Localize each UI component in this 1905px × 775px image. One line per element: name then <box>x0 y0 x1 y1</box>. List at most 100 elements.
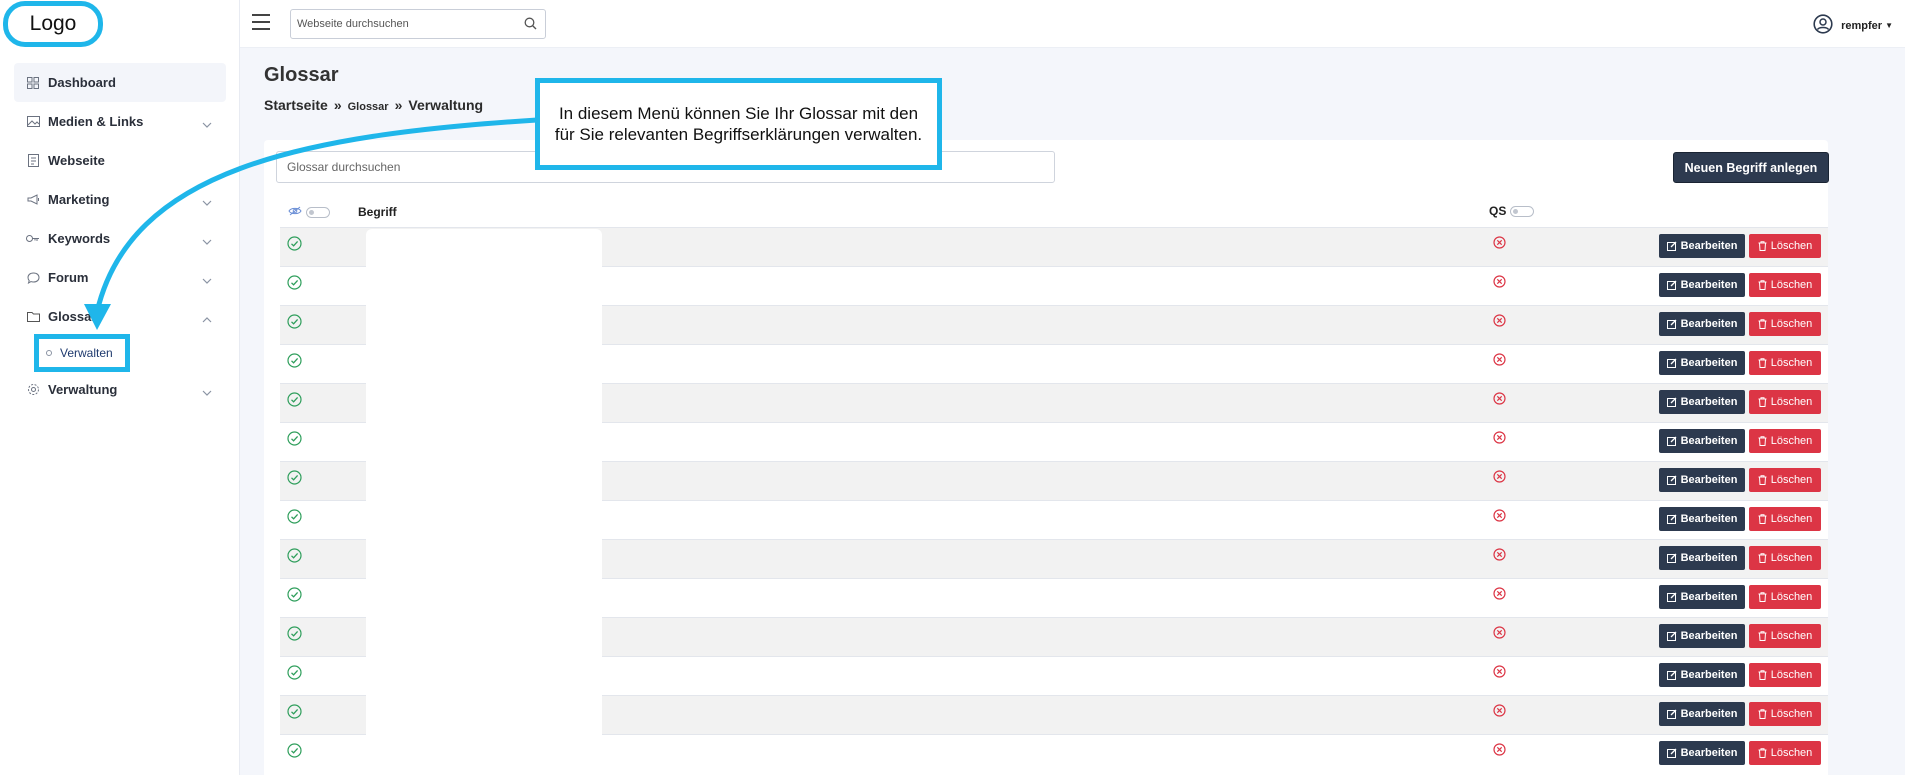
trash-icon <box>1758 319 1767 329</box>
sidebar-item-webseite[interactable]: Webseite <box>14 141 226 180</box>
sidebar-item-label: Dashboard <box>48 75 116 90</box>
chevron-down-icon <box>202 233 212 248</box>
delete-button[interactable]: Löschen <box>1749 234 1821 258</box>
delete-button[interactable]: Löschen <box>1749 741 1821 765</box>
edit-button[interactable]: Bearbeiten <box>1659 546 1745 570</box>
delete-button[interactable]: Löschen <box>1749 507 1821 531</box>
x-circle-icon <box>1493 626 1506 644</box>
sidebar-item-label: Verwaltung <box>48 382 118 397</box>
topbar: Webseite durchsuchen rempfer ▼ <box>240 0 1905 48</box>
sidebar-item-label: Keywords <box>48 231 111 246</box>
delete-button[interactable]: Löschen <box>1749 702 1821 726</box>
breadcrumb-separator: » <box>333 97 342 113</box>
check-circle-icon <box>287 626 302 646</box>
edit-button[interactable]: Bearbeiten <box>1659 663 1745 687</box>
column-header-qs: QS <box>1489 204 1535 218</box>
logo-text: Logo <box>29 12 77 35</box>
edit-icon <box>1666 241 1677 251</box>
edit-icon <box>1666 670 1677 680</box>
delete-button[interactable]: Löschen <box>1749 546 1821 570</box>
edit-button[interactable]: Bearbeiten <box>1659 351 1745 375</box>
x-circle-icon <box>1493 548 1506 566</box>
check-circle-icon <box>287 587 302 607</box>
edit-button[interactable]: Bearbeiten <box>1659 273 1745 297</box>
delete-button[interactable]: Löschen <box>1749 429 1821 453</box>
qs-toggle[interactable] <box>1510 205 1535 217</box>
edit-icon <box>1666 592 1677 602</box>
sidebar-item-marketing[interactable]: Marketing <box>14 180 226 219</box>
edit-button[interactable]: Bearbeiten <box>1659 507 1745 531</box>
edit-icon <box>1666 514 1677 524</box>
delete-button[interactable]: Löschen <box>1749 468 1821 492</box>
site-search-input[interactable]: Webseite durchsuchen <box>290 9 546 39</box>
user-menu[interactable]: rempfer ▼ <box>1813 14 1893 37</box>
sidebar-item-label: Medien & Links <box>48 114 144 129</box>
edit-icon <box>1666 280 1677 290</box>
check-circle-icon <box>287 704 302 724</box>
hamburger-menu-icon[interactable] <box>252 14 270 30</box>
x-circle-icon <box>1493 743 1506 761</box>
edit-button[interactable]: Bearbeiten <box>1659 312 1745 336</box>
delete-button[interactable]: Löschen <box>1749 663 1821 687</box>
highlight-box <box>34 334 130 372</box>
check-circle-icon <box>287 353 302 373</box>
folder-icon <box>26 310 40 324</box>
edit-button[interactable]: Bearbeiten <box>1659 585 1745 609</box>
glossary-search-placeholder: Glossar durchsuchen <box>287 160 401 174</box>
visibility-filter[interactable] <box>288 205 330 219</box>
edit-button[interactable]: Bearbeiten <box>1659 624 1745 648</box>
visibility-toggle[interactable] <box>306 206 330 218</box>
column-header-term[interactable]: Begriff <box>358 205 397 219</box>
delete-button[interactable]: Löschen <box>1749 585 1821 609</box>
trash-icon <box>1758 514 1767 524</box>
edit-button[interactable]: Bearbeiten <box>1659 468 1745 492</box>
sidebar-item-dashboard[interactable]: Dashboard <box>14 63 226 102</box>
edit-label: Bearbeiten <box>1680 591 1738 603</box>
site-search-placeholder: Webseite durchsuchen <box>297 18 409 30</box>
delete-button[interactable]: Löschen <box>1749 312 1821 336</box>
edit-label: Bearbeiten <box>1680 435 1738 447</box>
edit-icon <box>1666 319 1677 329</box>
edit-label: Bearbeiten <box>1680 474 1738 486</box>
edit-button[interactable]: Bearbeiten <box>1659 741 1745 765</box>
edit-button[interactable]: Bearbeiten <box>1659 702 1745 726</box>
check-circle-icon <box>287 743 302 763</box>
sidebar-item-keywords[interactable]: Keywords <box>14 219 226 258</box>
check-circle-icon <box>287 509 302 529</box>
edit-button[interactable]: Bearbeiten <box>1659 429 1745 453</box>
edit-icon <box>1666 553 1677 563</box>
page-title: Glossar <box>264 64 339 86</box>
edit-label: Bearbeiten <box>1680 513 1738 525</box>
delete-button[interactable]: Löschen <box>1749 351 1821 375</box>
document-icon <box>26 154 40 168</box>
delete-button[interactable]: Löschen <box>1749 624 1821 648</box>
sidebar-item-glossar[interactable]: Glossar <box>14 297 226 336</box>
check-circle-icon <box>287 314 302 334</box>
edit-button[interactable]: Bearbeiten <box>1659 390 1745 414</box>
x-circle-icon <box>1493 470 1506 488</box>
new-term-button[interactable]: Neuen Begriff anlegen <box>1673 152 1829 183</box>
delete-button[interactable]: Löschen <box>1749 390 1821 414</box>
logo[interactable]: Logo <box>3 1 103 47</box>
breadcrumb-section[interactable]: Glossar <box>348 101 389 113</box>
sidebar-item-medien-links[interactable]: Medien & Links <box>14 102 226 141</box>
sidebar-item-verwaltung[interactable]: Verwaltung <box>14 370 226 409</box>
search-icon[interactable] <box>524 17 537 33</box>
trash-icon <box>1758 397 1767 407</box>
edit-button[interactable]: Bearbeiten <box>1659 234 1745 258</box>
x-circle-icon <box>1493 587 1506 605</box>
delete-label: Löschen <box>1770 240 1813 252</box>
gear-icon <box>26 383 40 397</box>
delete-label: Löschen <box>1770 474 1813 486</box>
breadcrumb-home[interactable]: Startseite <box>264 97 328 113</box>
x-circle-icon <box>1493 509 1506 527</box>
trash-icon <box>1758 553 1767 563</box>
delete-label: Löschen <box>1770 318 1813 330</box>
delete-button[interactable]: Löschen <box>1749 273 1821 297</box>
breadcrumb-separator: » <box>394 97 403 113</box>
edit-label: Bearbeiten <box>1680 747 1738 759</box>
trash-icon <box>1758 280 1767 290</box>
edit-label: Bearbeiten <box>1680 552 1738 564</box>
sidebar-item-forum[interactable]: Forum <box>14 258 226 297</box>
x-circle-icon <box>1493 353 1506 371</box>
